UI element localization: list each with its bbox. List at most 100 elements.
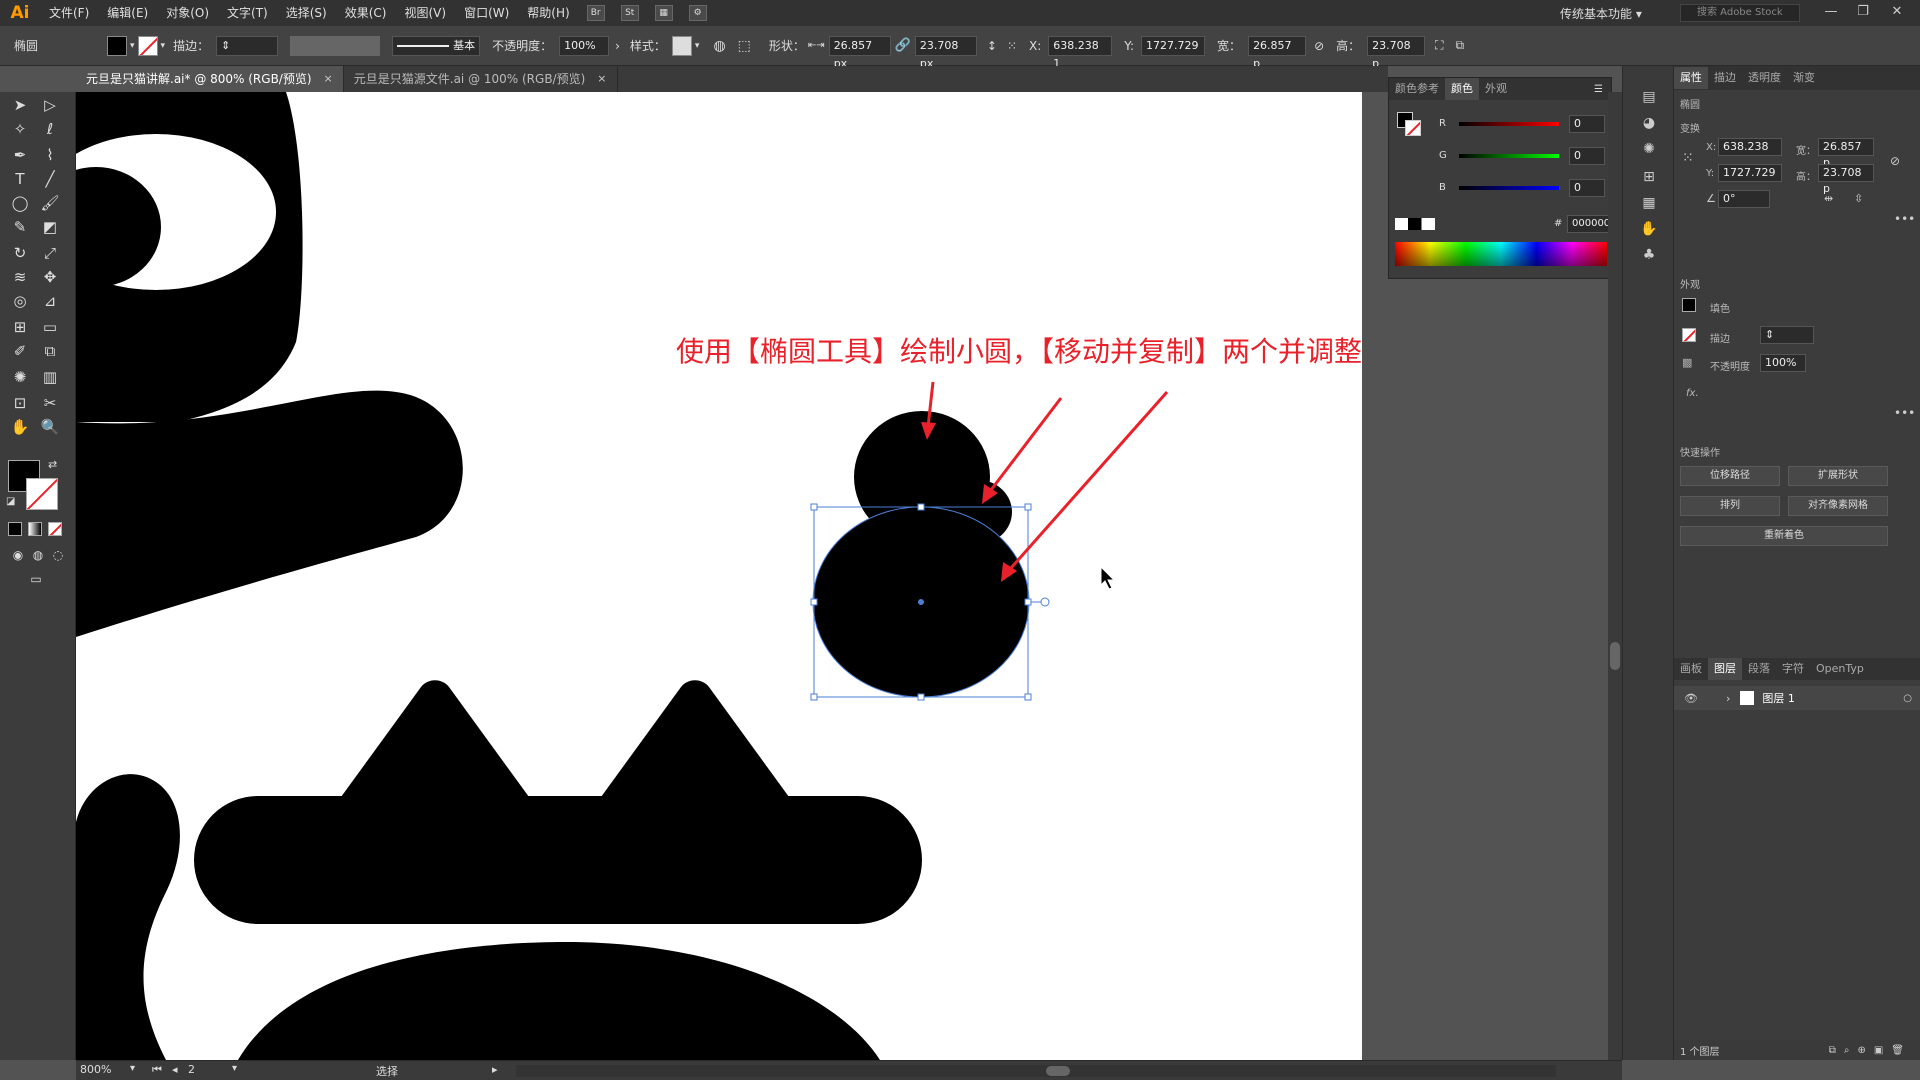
horizontal-scrollbar[interactable] bbox=[516, 1065, 1556, 1077]
constrain-link-icon[interactable]: 🔗 bbox=[895, 38, 911, 53]
menu-file[interactable]: 文件(F) bbox=[40, 0, 98, 26]
tab-stroke[interactable]: 描边 bbox=[1708, 67, 1742, 89]
prev-artboard-icon[interactable]: ◂ bbox=[172, 1063, 178, 1076]
w-field[interactable]: 26.857 p bbox=[1248, 35, 1307, 70]
symbols-icon[interactable]: ✋ bbox=[1637, 218, 1661, 240]
brushes-icon[interactable]: ✺ bbox=[1637, 138, 1661, 160]
graphic-style-swatch[interactable] bbox=[671, 35, 692, 56]
screen-mode-icon[interactable]: ▭ bbox=[24, 568, 48, 590]
tab-character[interactable]: 字符 bbox=[1776, 658, 1810, 680]
close-icon[interactable]: × bbox=[324, 66, 333, 92]
stock-icon[interactable]: St bbox=[620, 5, 639, 21]
color-mode-icon[interactable] bbox=[8, 522, 22, 536]
fill-swatch[interactable] bbox=[107, 35, 127, 56]
rp-y-field[interactable]: 1727.729 bbox=[1718, 164, 1782, 182]
reference-point-icon[interactable]: ⁙ bbox=[1007, 39, 1017, 53]
expand-shape-button[interactable]: 扩展形状 bbox=[1788, 466, 1888, 486]
b-slider[interactable] bbox=[1459, 186, 1559, 190]
hand-tool-icon[interactable]: ✋ bbox=[8, 416, 32, 438]
appearance-opacity-field[interactable]: 100% bbox=[1760, 354, 1806, 372]
close-window-icon[interactable]: ✕ bbox=[1882, 2, 1912, 22]
transform-icon[interactable]: ⛶ bbox=[1435, 38, 1443, 53]
isolate-icon[interactable]: ⧉ bbox=[1456, 38, 1465, 53]
tab-properties[interactable]: 属性 bbox=[1674, 67, 1708, 89]
tab-color-guide[interactable]: 颜色参考 bbox=[1389, 78, 1445, 100]
rp-w-field[interactable]: 26.857 p bbox=[1818, 138, 1874, 169]
align-icon[interactable]: ⬚ bbox=[738, 38, 751, 54]
swatches-icon[interactable]: ▦ bbox=[1637, 192, 1661, 214]
tab-transparency[interactable]: 透明度 bbox=[1742, 67, 1787, 89]
lasso-tool-icon[interactable]: ℓ bbox=[38, 118, 62, 140]
tab-gradient[interactable]: 渐变 bbox=[1787, 67, 1821, 89]
magic-wand-tool-icon[interactable]: ✧ bbox=[8, 118, 32, 140]
flip-vertical-icon[interactable]: ⇳ bbox=[1854, 192, 1863, 205]
color-spectrum[interactable] bbox=[1395, 242, 1607, 266]
stock-search-input[interactable]: 搜索 Adobe Stock bbox=[1680, 4, 1800, 22]
properties-icon[interactable]: ▤ bbox=[1637, 86, 1661, 108]
stroke-none-swatch[interactable] bbox=[137, 35, 158, 56]
zoom-level[interactable]: 800% bbox=[80, 1063, 111, 1076]
menu-type[interactable]: 文字(T) bbox=[218, 0, 277, 26]
g-slider[interactable] bbox=[1459, 154, 1559, 158]
vertical-scrollbar[interactable] bbox=[1608, 92, 1622, 1060]
gradient-tool-icon[interactable]: ▭ bbox=[38, 316, 62, 338]
blend-tool-icon[interactable]: ⧉ bbox=[38, 340, 62, 362]
menu-help[interactable]: 帮助(H) bbox=[518, 0, 578, 26]
rp-h-field[interactable]: 23.708 p bbox=[1818, 164, 1874, 195]
rotate-tool-icon[interactable]: ↻ bbox=[8, 242, 32, 264]
opacity-field[interactable]: 100% bbox=[559, 35, 610, 56]
layer-name[interactable]: 图层 1 bbox=[1762, 690, 1795, 706]
color-icon[interactable]: ◕ bbox=[1637, 112, 1661, 134]
tab-paragraph[interactable]: 段落 bbox=[1742, 658, 1776, 680]
eraser-tool-icon[interactable]: ◩ bbox=[38, 216, 62, 238]
curvature-tool-icon[interactable]: ⌇ bbox=[38, 144, 62, 166]
libraries-icon[interactable]: ♣ bbox=[1637, 244, 1661, 266]
gpu-performance-icon[interactable]: ⚙ bbox=[688, 5, 707, 21]
column-graph-tool-icon[interactable]: ▥ bbox=[38, 366, 62, 388]
minimize-icon[interactable]: — bbox=[1816, 2, 1846, 22]
variable-width-profile[interactable] bbox=[290, 35, 381, 56]
appearance-fill-swatch[interactable] bbox=[1682, 298, 1696, 312]
scale-tool-icon[interactable]: ⤢ bbox=[38, 242, 62, 264]
none-mode-icon[interactable] bbox=[48, 522, 62, 536]
rp-x-field[interactable]: 638.238 bbox=[1718, 138, 1782, 156]
layer-row[interactable]: 👁 › 图层 1 ○ bbox=[1674, 686, 1920, 710]
mesh-tool-icon[interactable]: ⊞ bbox=[8, 316, 32, 338]
flip-horizontal-icon[interactable]: ⇹ bbox=[1824, 192, 1833, 205]
more-options-icon[interactable]: ••• bbox=[1894, 406, 1915, 420]
eye-icon[interactable]: 👁 bbox=[1684, 692, 1698, 705]
x-field[interactable]: 638.238 1 bbox=[1048, 35, 1113, 70]
status-arrow-icon[interactable]: ▸ bbox=[492, 1063, 498, 1076]
selection-tool-icon[interactable]: ➤ bbox=[8, 94, 32, 116]
symbol-sprayer-tool-icon[interactable]: ✺ bbox=[8, 366, 32, 388]
tab-document-active[interactable]: 元旦是只猫讲解.ai* @ 800% (RGB/预览) × bbox=[76, 66, 344, 92]
line-tool-icon[interactable]: ╱ bbox=[38, 168, 62, 190]
r-slider[interactable] bbox=[1459, 122, 1559, 126]
panel-menu-icon[interactable]: ☰ bbox=[1594, 84, 1603, 95]
ellipse-tool-icon[interactable]: ◯ bbox=[8, 192, 32, 214]
artboard-number[interactable]: 2 bbox=[188, 1063, 195, 1076]
constrain-proportions-icon[interactable]: ⊘ bbox=[1890, 154, 1900, 168]
stroke-color-swatch[interactable] bbox=[26, 478, 58, 510]
paintbrush-tool-icon[interactable]: 🖌 bbox=[38, 192, 62, 214]
more-options-icon[interactable]: ••• bbox=[1894, 212, 1915, 226]
recolor-icon[interactable]: ◍ bbox=[713, 38, 725, 54]
perspective-grid-tool-icon[interactable]: ⊿ bbox=[38, 290, 62, 312]
artboard-dropdown-icon[interactable]: ▾ bbox=[232, 1063, 237, 1074]
direct-selection-tool-icon[interactable]: ▷ bbox=[38, 94, 62, 116]
artboard-canvas[interactable] bbox=[76, 92, 1362, 1060]
type-tool-icon[interactable]: T bbox=[8, 168, 32, 190]
arrange-button[interactable]: 排列 bbox=[1680, 496, 1780, 516]
arrange-documents-icon[interactable]: ▦ bbox=[654, 5, 673, 21]
h-field[interactable]: 23.708 p bbox=[1367, 35, 1426, 70]
g-field[interactable]: 0 bbox=[1569, 147, 1605, 165]
none-black-white-swatches[interactable] bbox=[1395, 218, 1435, 230]
fx-button[interactable]: fx. bbox=[1686, 388, 1699, 399]
default-fill-stroke-icon[interactable]: ◪ bbox=[6, 496, 15, 507]
first-artboard-icon[interactable]: ⏮ bbox=[152, 1063, 162, 1077]
hex-field[interactable]: 000000 bbox=[1567, 215, 1610, 233]
constrain-proportions-icon[interactable]: ⊘ bbox=[1314, 39, 1324, 53]
brush-definition-dropdown[interactable]: 基本 bbox=[392, 35, 481, 56]
zoom-tool-icon[interactable]: 🔍 bbox=[38, 416, 62, 438]
panel-stroke-swatch[interactable] bbox=[1405, 120, 1421, 136]
